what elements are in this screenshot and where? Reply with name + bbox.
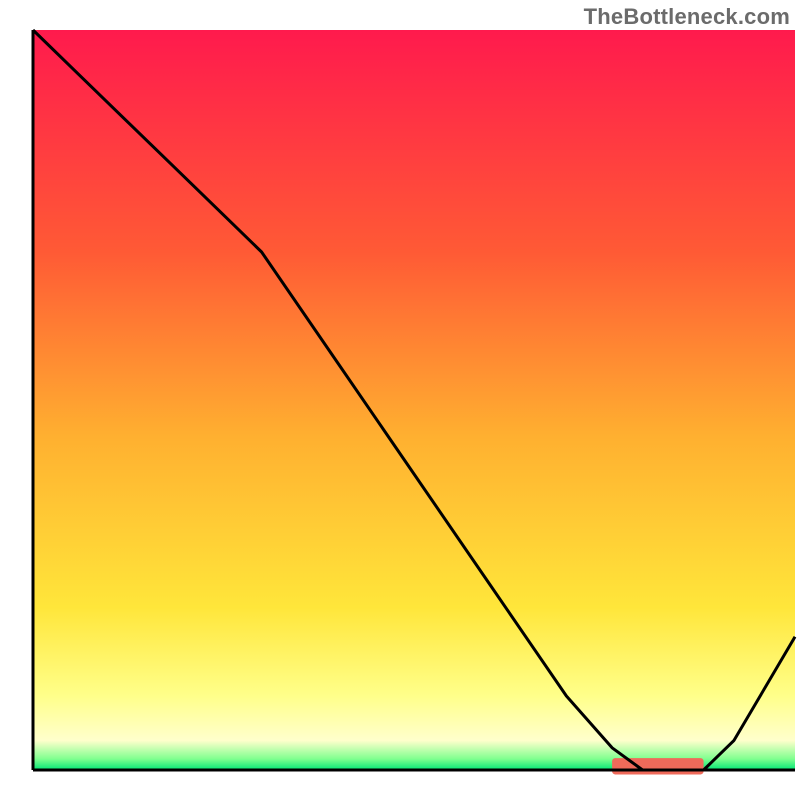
chart-container: TheBottleneck.com xyxy=(0,0,800,800)
optimal-range-marker xyxy=(612,758,703,774)
bottleneck-chart xyxy=(0,0,800,800)
